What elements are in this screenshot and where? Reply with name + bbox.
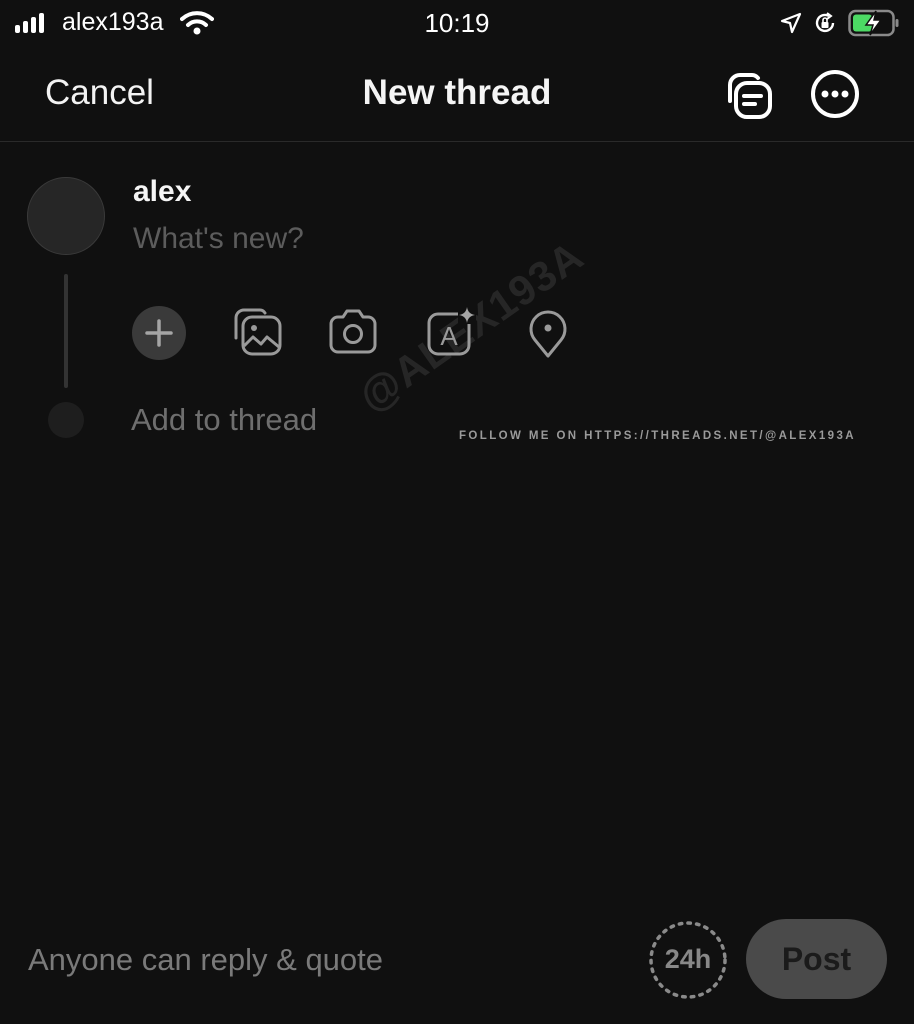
add-icon[interactable] — [132, 306, 186, 360]
orientation-lock-icon — [815, 12, 835, 33]
clock: 10:19 — [424, 8, 490, 38]
more-options-icon[interactable] — [809, 68, 861, 120]
reply-setting-button[interactable]: Anyone can reply & quote — [28, 942, 383, 978]
header-divider — [0, 141, 914, 142]
small-avatar — [48, 402, 84, 438]
compose-input[interactable] — [133, 222, 833, 256]
svg-text:A: A — [440, 321, 458, 351]
add-to-thread-button[interactable]: Add to thread — [131, 402, 317, 438]
battery-charging-icon — [848, 9, 899, 37]
ai-text-icon[interactable]: A — [426, 306, 478, 358]
location-icon — [780, 12, 802, 34]
location-pin-icon[interactable] — [527, 309, 569, 359]
username: alex — [133, 175, 192, 208]
timer-label: 24h — [664, 944, 712, 974]
status-bar: alex193a 10:19 — [0, 0, 914, 46]
cancel-button[interactable]: Cancel — [45, 73, 154, 113]
post-button[interactable]: Post — [746, 919, 887, 999]
camera-icon[interactable] — [328, 308, 378, 356]
avatar[interactable] — [27, 177, 105, 255]
drafts-icon[interactable] — [722, 69, 774, 121]
thread-line — [64, 274, 68, 388]
watermark-follow-text: FOLLOW ME ON HTTPS://THREADS.NET/@ALEX19… — [459, 430, 856, 442]
gallery-icon[interactable] — [232, 306, 284, 358]
